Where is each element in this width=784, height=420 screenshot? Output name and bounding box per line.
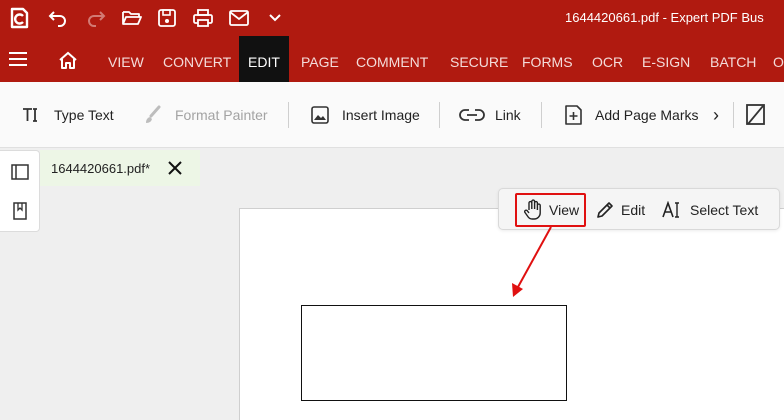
link-icon — [459, 109, 485, 121]
page-rectangle-shape[interactable] — [301, 305, 567, 401]
window-title: 1644420661.pdf - Expert PDF Bus — [565, 10, 764, 25]
add-page-marks-label: Add Page Marks — [595, 107, 699, 123]
menu-ocr[interactable]: OCR — [592, 36, 623, 82]
crop-page-icon — [746, 104, 765, 125]
redo-icon[interactable] — [83, 5, 109, 31]
email-icon[interactable] — [226, 5, 252, 31]
save-icon[interactable] — [154, 5, 180, 31]
close-icon[interactable] — [166, 159, 184, 177]
open-folder-icon[interactable] — [119, 5, 145, 31]
menu-view[interactable]: VIEW — [108, 36, 144, 82]
brush-icon — [146, 105, 161, 123]
type-text-icon — [23, 108, 37, 122]
ribbon-divider — [439, 102, 440, 128]
image-icon — [311, 106, 329, 124]
ribbon-divider — [733, 102, 734, 128]
print-icon[interactable] — [190, 5, 216, 31]
edit-ribbon: Type Text Format Painter Insert Image Li… — [0, 82, 784, 148]
mode-toolbar: View Edit Select Text — [498, 188, 780, 230]
menu-edit[interactable]: EDIT — [239, 36, 289, 82]
thumbnails-panel-icon[interactable] — [10, 162, 30, 182]
insert-image-label: Insert Image — [342, 107, 420, 123]
edit-mode-label: Edit — [621, 202, 646, 218]
pencil-icon — [597, 202, 613, 218]
menu-esign[interactable]: E-SIGN — [642, 36, 690, 82]
type-text-label: Type Text — [54, 107, 114, 123]
ribbon-scroll-right-icon[interactable]: › — [713, 102, 719, 128]
menu-bar: VIEW CONVERT EDIT PAGE COMMENT SECURE FO… — [0, 36, 784, 82]
ribbon-divider — [541, 102, 542, 128]
left-side-panel — [0, 150, 40, 232]
menu-secure[interactable]: SECURE — [450, 36, 508, 82]
type-text-button[interactable]: Type Text — [22, 102, 114, 128]
insert-image-button[interactable]: Insert Image — [310, 102, 420, 128]
menu-overflow[interactable]: O — [773, 36, 784, 82]
crop-page-button[interactable] — [745, 102, 777, 128]
link-button[interactable]: Link — [459, 102, 521, 128]
undo-icon[interactable] — [45, 5, 71, 31]
select-text-label: Select Text — [690, 202, 759, 218]
select-text-icon — [662, 201, 679, 218]
format-painter-label: Format Painter — [175, 107, 268, 123]
menu-batch[interactable]: BATCH — [710, 36, 756, 82]
document-tab[interactable]: 1644420661.pdf* — [40, 150, 200, 186]
tab-filename: 1644420661.pdf* — [51, 160, 151, 176]
format-painter-button[interactable]: Format Painter — [143, 102, 268, 128]
view-mode-label: View — [549, 202, 580, 218]
hamburger-menu-icon[interactable] — [8, 51, 28, 72]
view-mode-button[interactable]: View — [515, 193, 586, 227]
edit-mode-button[interactable]: Edit — [595, 193, 645, 227]
app-logo-icon — [6, 5, 32, 31]
link-label: Link — [495, 107, 521, 123]
title-bar: 1644420661.pdf - Expert PDF Bus — [0, 0, 784, 36]
home-icon[interactable] — [58, 50, 78, 75]
customize-dropdown-icon[interactable] — [262, 5, 288, 31]
select-text-button[interactable]: Select Text — [662, 193, 758, 227]
menu-convert[interactable]: CONVERT — [163, 36, 231, 82]
ribbon-divider — [288, 102, 289, 128]
add-page-icon — [565, 105, 582, 125]
bookmarks-panel-icon[interactable] — [10, 201, 30, 221]
hand-icon — [524, 199, 541, 220]
add-page-marks-button[interactable]: Add Page Marks — [563, 102, 699, 128]
menu-page[interactable]: PAGE — [301, 36, 339, 82]
menu-comment[interactable]: COMMENT — [356, 36, 428, 82]
menu-forms[interactable]: FORMS — [522, 36, 573, 82]
